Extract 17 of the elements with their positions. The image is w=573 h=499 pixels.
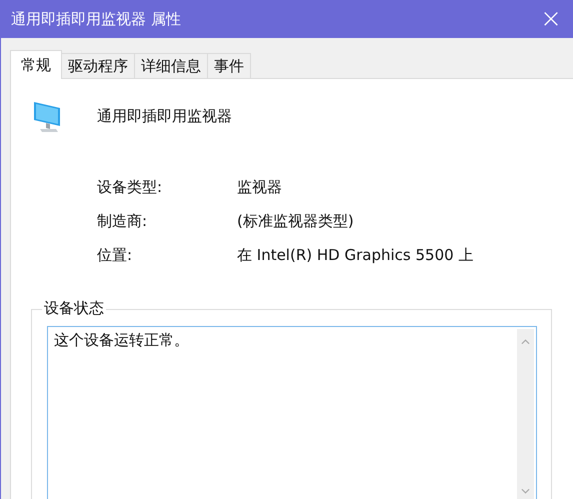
property-value: 监视器 xyxy=(237,178,283,197)
property-value: 在 Intel(R) HD Graphics 5500 上 xyxy=(237,246,474,265)
scroll-down-icon[interactable] xyxy=(521,488,530,494)
property-label: 设备类型: xyxy=(97,178,164,197)
device-name: 通用即插即用监视器 xyxy=(97,106,232,126)
close-button[interactable]: × xyxy=(529,0,573,38)
property-label: 位置: xyxy=(97,246,134,265)
tab[interactable]: 事件 xyxy=(207,53,251,78)
window-title: 通用即插即用监视器 属性 xyxy=(11,10,181,28)
status-text: 这个设备运转正常。 xyxy=(53,330,190,351)
scroll-bar[interactable] xyxy=(517,329,534,499)
property-value: (标准监视器类型) xyxy=(237,212,355,231)
tab[interactable]: 常规 xyxy=(10,50,62,79)
group-title: 设备状态 xyxy=(42,299,106,318)
scroll-up-icon[interactable] xyxy=(521,339,530,345)
property-label: 制造商: xyxy=(97,212,148,231)
status-text-box[interactable]: 这个设备运转正常。 xyxy=(47,326,537,499)
